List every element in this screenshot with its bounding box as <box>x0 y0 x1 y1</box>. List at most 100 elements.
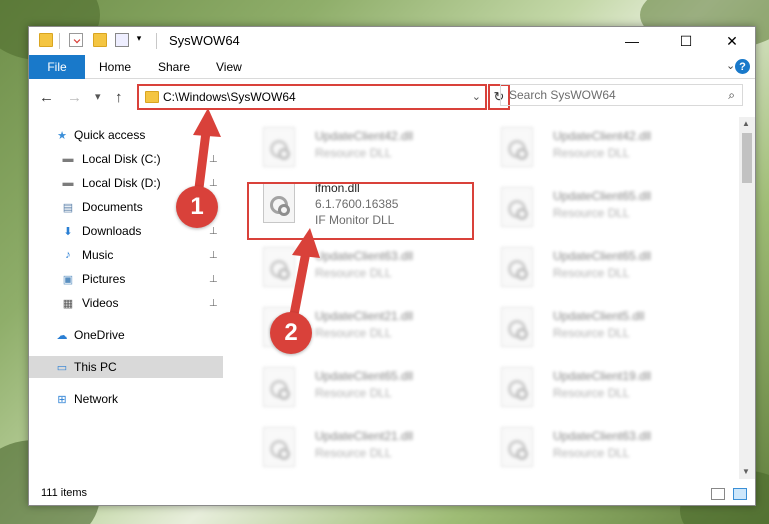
sidebar-item-label: Downloads <box>82 224 142 238</box>
up-arrow-icon[interactable]: ↑ <box>115 89 123 106</box>
dll-file-icon <box>501 127 533 167</box>
gear-icon <box>516 208 528 220</box>
file-description: Resource DLL <box>553 146 630 160</box>
divider <box>59 33 60 49</box>
sidebar-item[interactable]: ★ Quick access <box>29 124 223 146</box>
tab-view[interactable]: View <box>216 55 242 79</box>
tab-share[interactable]: Share <box>158 55 190 79</box>
tab-home[interactable]: Home <box>99 55 131 79</box>
folder-icon <box>39 33 53 47</box>
pin-icon[interactable]: ⊥ <box>209 154 218 165</box>
chevron-down-icon[interactable]: ▾ <box>132 33 146 47</box>
sidebar-item[interactable]: ♪ Music ⊥ <box>29 244 223 266</box>
recent-locations-icon[interactable]: ▾ <box>95 90 101 103</box>
back-arrow-icon[interactable]: ← <box>39 89 54 106</box>
file-description: Resource DLL <box>315 266 392 280</box>
sidebar-item-label: Pictures <box>82 272 126 286</box>
pin-icon[interactable]: ⊥ <box>209 178 218 189</box>
details-view-icon[interactable] <box>711 488 725 500</box>
maximize-button[interactable]: ☐ <box>663 27 709 55</box>
explorer-window: ▾ SysWOW64 — ☐ ✕ File Home Share View ⌄ … <box>28 26 756 506</box>
file-name: UpdateClient42.dll <box>315 129 414 143</box>
step-badge-2: 2 <box>270 312 312 354</box>
close-button[interactable]: ✕ <box>709 27 755 55</box>
quick-access-customize-icon[interactable] <box>115 33 129 47</box>
file-item[interactable]: UpdateClient65.dll Resource DLL <box>247 361 477 417</box>
file-item[interactable]: UpdateClient42.dll Resource DLL <box>247 121 477 177</box>
pin-icon[interactable]: ⊥ <box>209 298 218 309</box>
pin-icon[interactable]: ⊥ <box>209 250 218 261</box>
star-icon: ★ <box>57 129 67 142</box>
file-item[interactable]: UpdateClient63.dll Resource DLL <box>247 241 477 297</box>
sidebar-item-label: OneDrive <box>74 328 125 342</box>
file-item[interactable]: UpdateClient65.dll Resource DLL <box>485 241 715 297</box>
dll-file-icon <box>263 127 295 167</box>
gear-icon <box>516 448 528 460</box>
dll-file-icon <box>501 187 533 227</box>
sidebar-item-label: Network <box>74 392 119 406</box>
music-icon: ♪ <box>65 249 71 261</box>
file-name: UpdateClient65.dll <box>553 249 652 263</box>
file-description: Resource DLL <box>315 446 392 460</box>
minimize-button[interactable]: — <box>609 27 655 55</box>
large-icons-view-icon[interactable] <box>733 488 747 500</box>
sidebar-item[interactable]: ▦ Videos ⊥ <box>29 292 223 314</box>
file-description: Resource DLL <box>553 326 630 340</box>
gear-icon <box>278 268 290 280</box>
chevron-down-icon[interactable]: ⌄ <box>472 90 481 103</box>
network-icon: ⊞ <box>57 393 67 406</box>
sidebar-item[interactable]: ▬ Local Disk (C:) ⊥ <box>29 148 223 170</box>
file-item[interactable]: UpdateClient21.dll Resource DLL <box>247 421 477 477</box>
drive-icon: ▬ <box>62 177 74 189</box>
file-description: Resource DLL <box>315 326 392 340</box>
dll-file-icon <box>263 247 295 287</box>
forward-arrow-icon[interactable]: → <box>67 89 82 106</box>
file-description: Resource DLL <box>553 446 630 460</box>
step-badge-1: 1 <box>176 186 218 228</box>
file-item[interactable]: UpdateClient63.dll Resource DLL <box>485 421 715 477</box>
file-name: UpdateClient65.dll <box>315 369 414 383</box>
search-placeholder: Search SysWOW64 <box>509 88 616 102</box>
file-list: ifmon.dll 6.1.7600.16385 IF Monitor DLL Up… <box>229 117 739 481</box>
pin-icon[interactable]: ⊥ <box>209 226 218 237</box>
ribbon-tabs: File Home Share View ⌄ ? <box>29 55 755 79</box>
scrollbar-thumb[interactable] <box>742 133 752 183</box>
gear-icon <box>516 388 528 400</box>
help-button[interactable]: ? <box>735 59 750 74</box>
pin-icon[interactable]: ⊥ <box>209 274 218 285</box>
sidebar-item-label: Documents <box>82 200 143 214</box>
file-name: UpdateClient42.dll <box>553 129 652 143</box>
file-name: UpdateClient63.dll <box>315 249 414 263</box>
scroll-down-icon[interactable]: ▼ <box>742 467 750 476</box>
sidebar-item-label: Quick access <box>74 128 146 142</box>
sidebar-item[interactable]: ☁ OneDrive <box>29 324 223 346</box>
sidebar-item[interactable]: ▣ Pictures ⊥ <box>29 268 223 290</box>
vertical-scrollbar[interactable]: ▲ ▼ <box>739 117 755 479</box>
new-folder-icon[interactable] <box>93 33 107 47</box>
sidebar-item-label: Videos <box>82 296 119 310</box>
file-name: UpdateClient21.dll <box>315 309 414 323</box>
sidebar-item[interactable]: ▭ This PC <box>29 356 223 378</box>
chevron-down-icon[interactable]: ⌄ <box>726 59 735 72</box>
file-item[interactable]: UpdateClient19.dll Resource DLL <box>485 361 715 417</box>
address-bar[interactable]: C:\Windows\SysWOW64 ⌄ <box>137 84 487 110</box>
file-item[interactable]: UpdateClient5.dll Resource DLL <box>485 301 715 357</box>
search-input[interactable]: Search SysWOW64 ⌕ <box>500 84 743 106</box>
file-item[interactable]: UpdateClient65.dll Resource DLL <box>485 181 715 237</box>
sidebar-item-label: This PC <box>74 360 117 374</box>
properties-icon[interactable] <box>69 33 83 47</box>
computer-icon: ▭ <box>56 361 68 374</box>
dll-file-icon <box>501 247 533 287</box>
gear-icon <box>516 268 528 280</box>
file-description: Resource DLL <box>315 386 392 400</box>
search-icon: ⌕ <box>728 88 735 102</box>
file-name: UpdateClient5.dll <box>553 309 645 323</box>
sidebar-item[interactable]: ⊞ Network <box>29 388 223 410</box>
highlight-box <box>247 182 474 240</box>
navigation-pane: ★ Quick access ▬ Local Disk (C:) ⊥ ▬ Local Dis… <box>29 117 223 479</box>
tab-file[interactable]: File <box>29 55 85 79</box>
videos-icon: ▦ <box>62 297 74 310</box>
title-bar: ▾ SysWOW64 — ☐ ✕ <box>29 27 755 55</box>
file-item[interactable]: UpdateClient42.dll Resource DLL <box>485 121 715 177</box>
scroll-up-icon[interactable]: ▲ <box>742 119 750 128</box>
